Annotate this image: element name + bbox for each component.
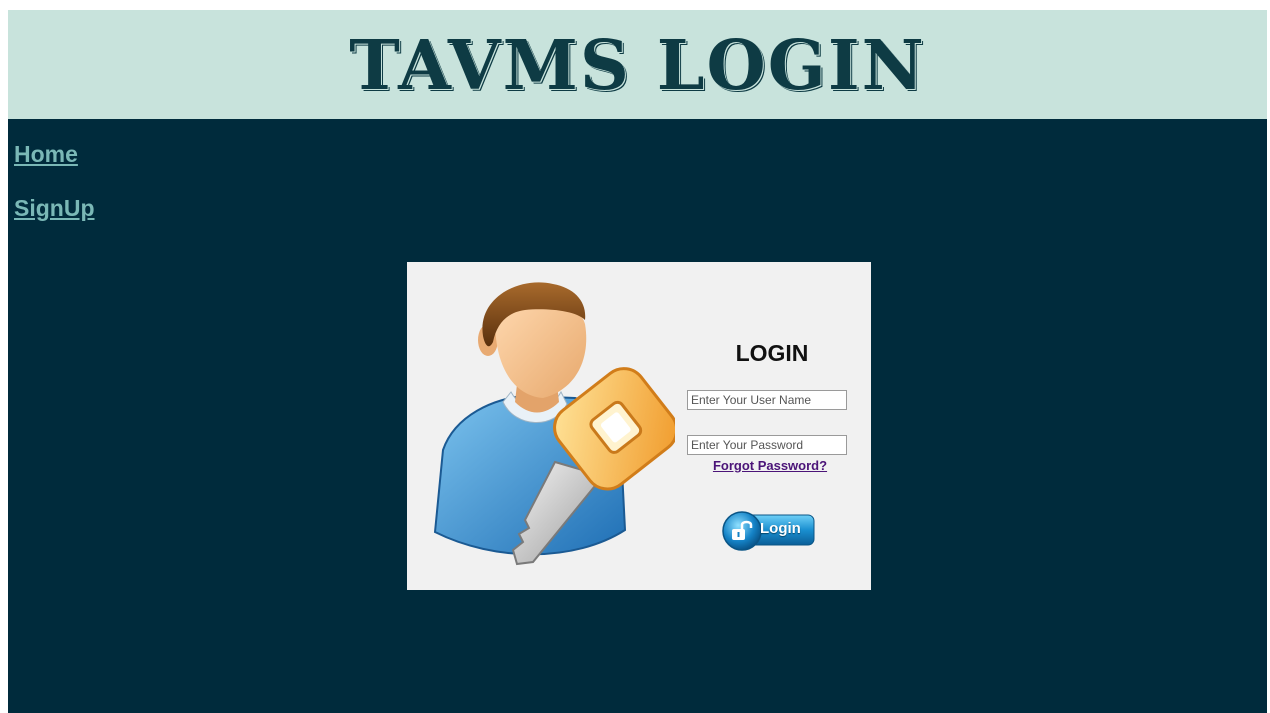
username-input[interactable] bbox=[687, 390, 847, 410]
password-input[interactable] bbox=[687, 435, 847, 455]
page-title: TAVMS LOGIN bbox=[349, 25, 926, 106]
forgot-password-link[interactable]: Forgot Password? bbox=[687, 458, 853, 473]
page-header: TAVMS LOGIN bbox=[8, 10, 1267, 119]
page-frame: TAVMS LOGIN Home SignUp LOGIN Enter Your… bbox=[8, 10, 1267, 713]
unlock-padlock-icon bbox=[732, 520, 753, 540]
login-button[interactable]: Login bbox=[720, 502, 816, 558]
login-panel: LOGIN Forgot Password? bbox=[407, 262, 871, 590]
nav-home-link[interactable]: Home bbox=[14, 141, 78, 168]
login-button-label: Login bbox=[760, 520, 801, 537]
main-content: Home SignUp LOGIN Enter Your User Name F… bbox=[8, 119, 1267, 713]
nav-signup-link[interactable]: SignUp bbox=[14, 195, 95, 222]
user-with-key-icon bbox=[433, 282, 675, 566]
login-heading: LOGIN bbox=[735, 340, 809, 366]
